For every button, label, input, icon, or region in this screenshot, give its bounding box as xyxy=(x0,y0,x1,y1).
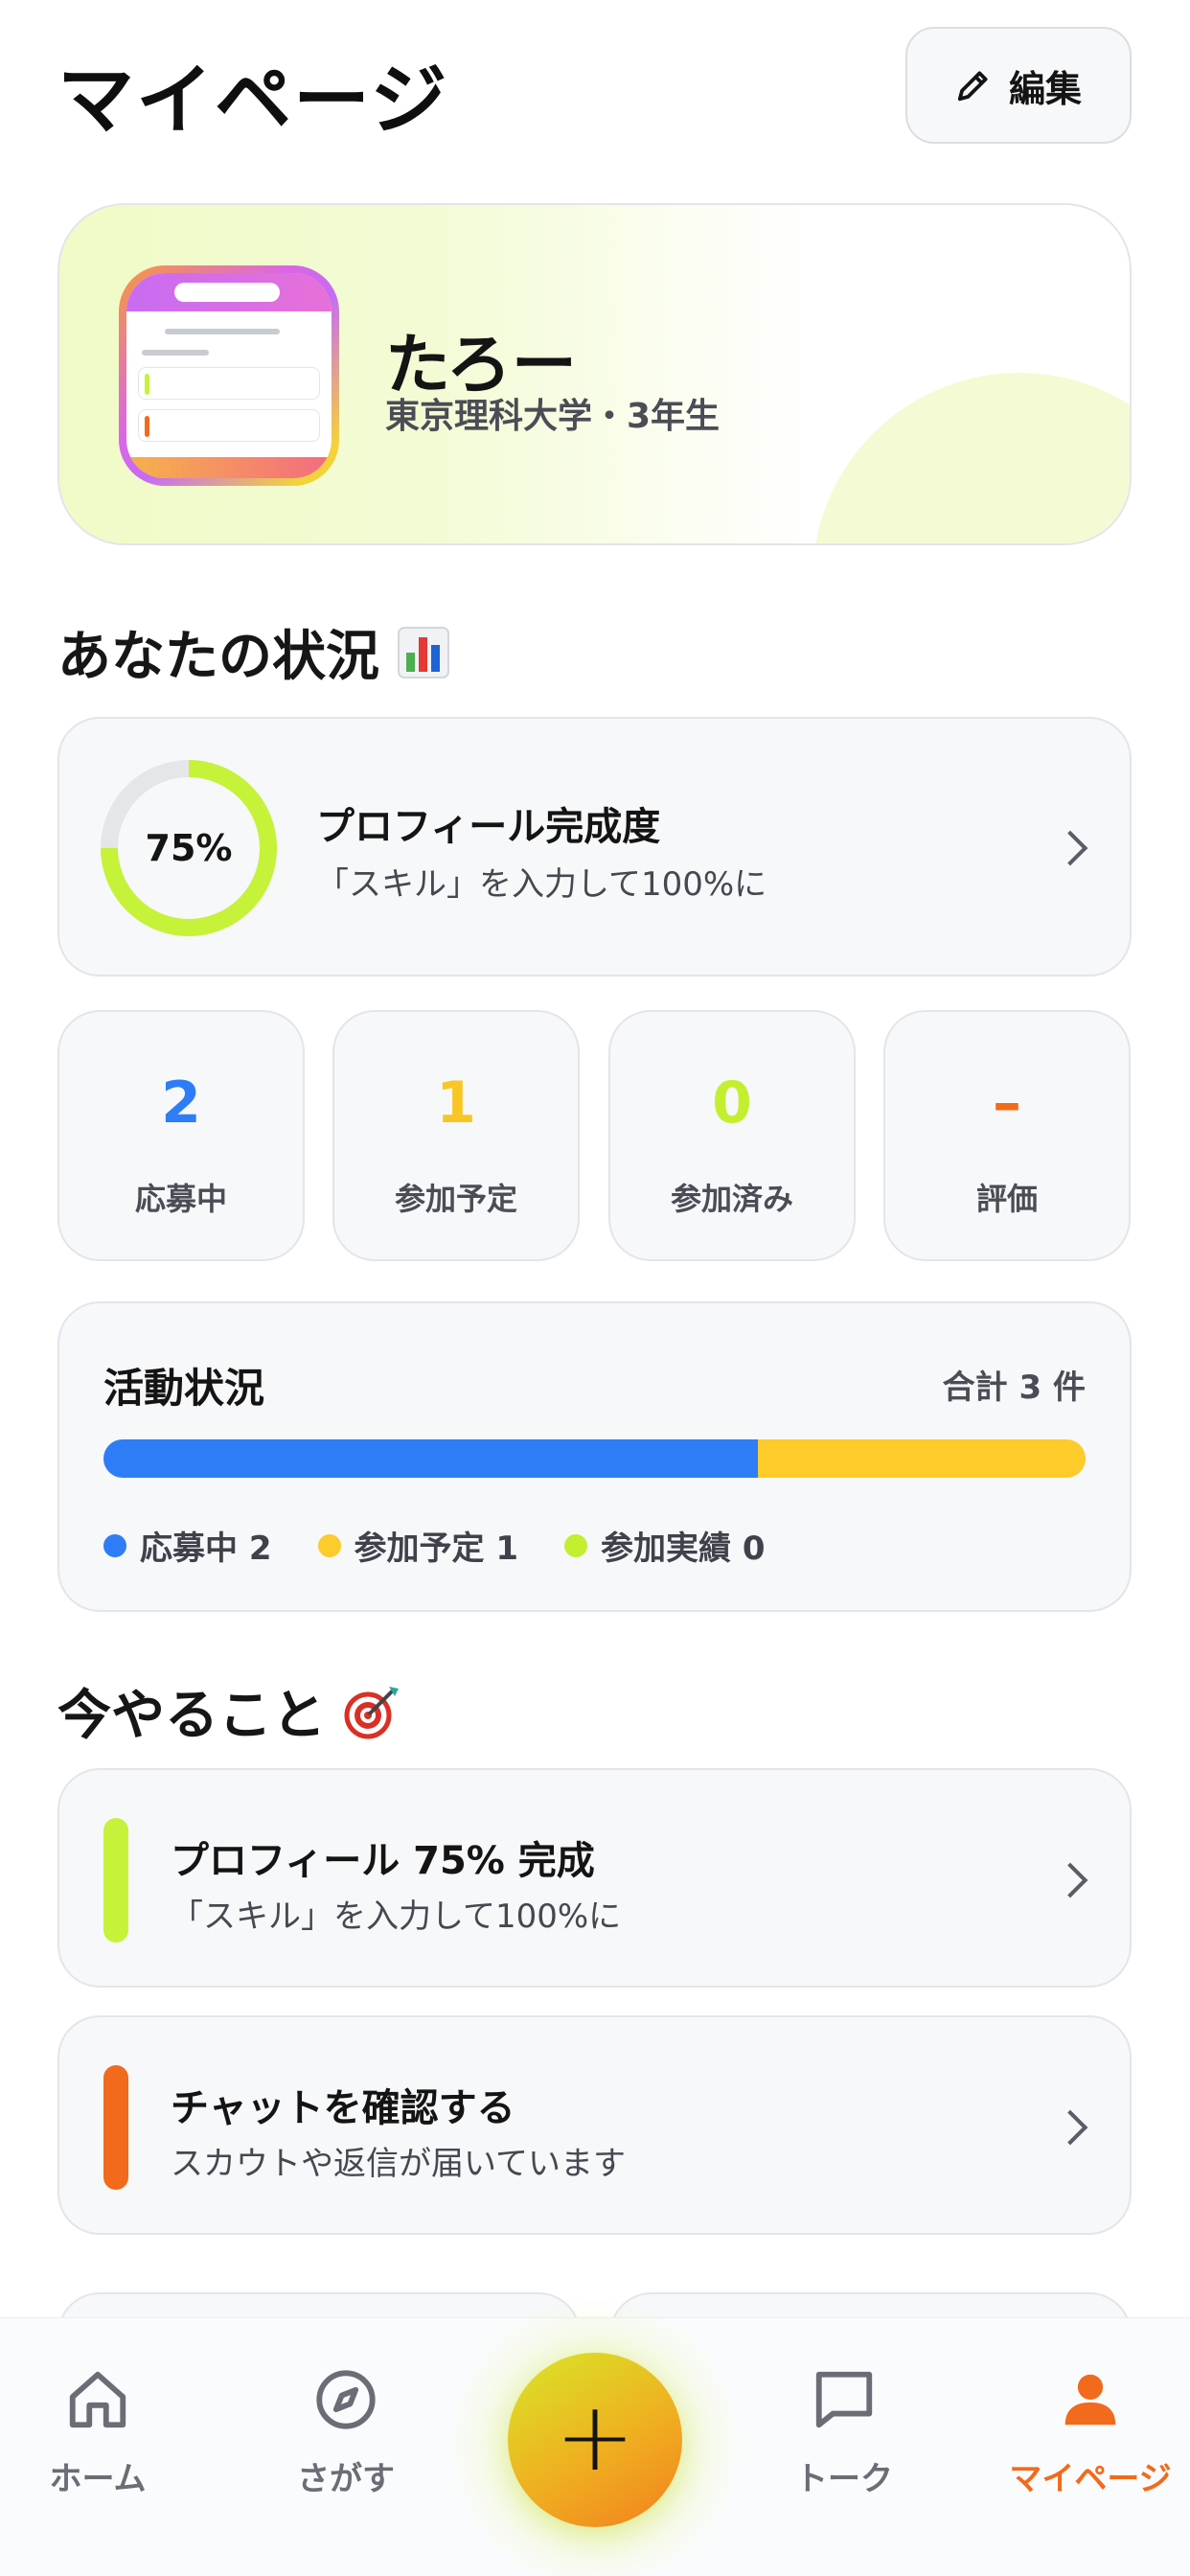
stat-label: 応募中 xyxy=(134,1181,227,1217)
legend-label: 参加予定 1 xyxy=(354,1530,519,1568)
nav-mypage[interactable]: マイページ xyxy=(995,2366,1186,2499)
progress-title: プロフィール完成度 xyxy=(316,805,661,849)
todo-section-title: 今やること xyxy=(57,1672,400,1750)
todo-item-chat[interactable]: チャットを確認する スカウトや返信が届いています xyxy=(57,2015,1132,2235)
bar-chart-icon xyxy=(398,626,449,678)
stat-label: 参加済み xyxy=(670,1181,793,1217)
legend-label: 参加実績 0 xyxy=(601,1530,766,1568)
todo-section-label: 今やること xyxy=(57,1685,326,1747)
legend-item-participated: 参加実績 0 xyxy=(564,1522,766,1569)
home-icon xyxy=(69,2371,126,2428)
stat-applying[interactable]: 2 応募中 xyxy=(57,1010,305,1261)
stat-rating[interactable]: – 評価 xyxy=(883,1010,1131,1261)
stat-label: 参加予定 xyxy=(394,1181,517,1217)
edit-button[interactable]: 編集 xyxy=(905,27,1132,144)
nav-talk-label: トーク xyxy=(795,2460,893,2498)
todo-title: チャットを確認する xyxy=(171,2086,515,2130)
todo-accent-bar xyxy=(103,1818,128,1943)
stat-value: – xyxy=(993,1070,1021,1137)
chevron-right-icon xyxy=(1052,1862,1088,1898)
legend-item-applying: 応募中 2 xyxy=(103,1522,272,1569)
chevron-right-icon xyxy=(1052,830,1088,866)
stat-value: 1 xyxy=(436,1070,476,1137)
nav-home[interactable]: ホーム xyxy=(2,2366,194,2499)
activity-bar-segment xyxy=(103,1439,759,1478)
todo-subtitle: 「スキル」を入力して100%に xyxy=(171,1898,622,1936)
todo-item-profile[interactable]: プロフィール 75% 完成 「スキル」を入力して100%に xyxy=(57,1768,1132,1988)
activity-bar xyxy=(103,1439,1086,1478)
todo-subtitle: スカウトや返信が届いています xyxy=(171,2145,626,2183)
progress-percent: 75% xyxy=(145,827,233,869)
stat-label: 評価 xyxy=(975,1181,1038,1217)
stat-value: 2 xyxy=(161,1070,201,1137)
stat-participated[interactable]: 0 参加済み xyxy=(608,1010,856,1261)
compass-icon xyxy=(316,2370,376,2429)
nav-search-label: さがす xyxy=(297,2460,395,2498)
pencil-icon xyxy=(957,71,988,102)
plus-icon: + xyxy=(555,2380,635,2493)
activity-total: 合計 3 件 xyxy=(942,1368,1086,1407)
nav-mypage-label: マイページ xyxy=(1009,2460,1172,2498)
legend-item-scheduled: 参加予定 1 xyxy=(317,1522,519,1569)
avatar xyxy=(119,265,339,486)
chat-bubble-icon xyxy=(815,2371,873,2428)
activity-legend: 応募中 2 参加予定 1 参加実績 0 xyxy=(103,1522,766,1569)
activity-title: 活動状況 xyxy=(103,1365,265,1412)
header: マイページ 編集 xyxy=(0,0,1190,192)
profile-progress-card[interactable]: 75% プロフィール完成度 「スキル」を入力して100%に xyxy=(57,717,1132,977)
todo-title: プロフィール 75% 完成 xyxy=(171,1839,595,1883)
page-title: マイページ xyxy=(57,56,449,145)
add-button[interactable]: + xyxy=(508,2353,682,2527)
edit-button-label: 編集 xyxy=(1008,67,1082,110)
legend-dot xyxy=(564,1533,587,1557)
legend-label: 応募中 2 xyxy=(140,1530,272,1568)
nav-search[interactable]: さがす xyxy=(250,2366,442,2499)
person-icon xyxy=(1064,2374,1116,2426)
nav-home-label: ホーム xyxy=(49,2460,147,2498)
activity-bar-segment xyxy=(758,1439,1086,1478)
legend-dot xyxy=(317,1533,341,1557)
activity-card: 活動状況 合計 3 件 応募中 2 参加予定 1 参加実績 0 xyxy=(57,1301,1132,1612)
status-section-label: あなたの状況 xyxy=(57,626,379,688)
stat-scheduled[interactable]: 1 参加予定 xyxy=(332,1010,580,1261)
nav-talk[interactable]: トーク xyxy=(748,2366,940,2499)
todo-accent-bar xyxy=(103,2065,128,2190)
stat-value: 0 xyxy=(712,1070,752,1137)
progress-subtitle: 「スキル」を入力して100%に xyxy=(316,865,767,904)
chevron-right-icon xyxy=(1052,2109,1088,2146)
legend-dot xyxy=(103,1533,126,1557)
profile-subtitle: 東京理科大学・3年生 xyxy=(385,397,721,436)
status-section-title: あなたの状況 xyxy=(57,613,450,691)
target-dart-icon xyxy=(344,1686,399,1738)
profile-glow xyxy=(812,373,1130,543)
